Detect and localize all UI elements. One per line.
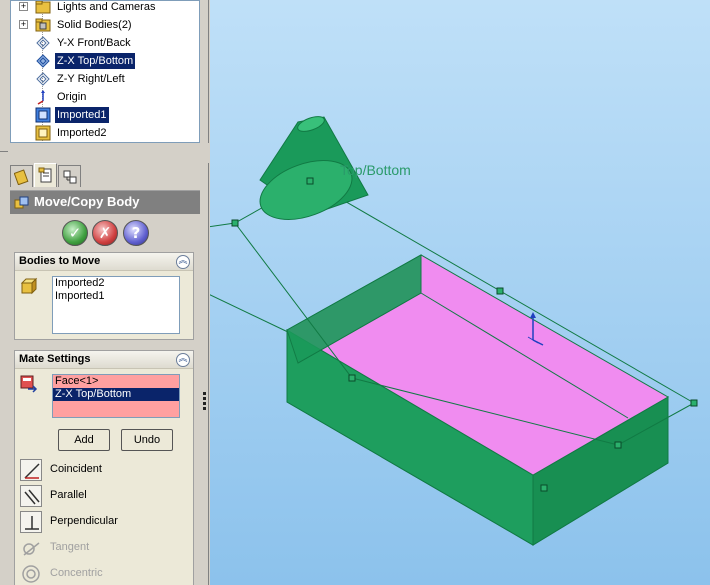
- model-view[interactable]: [210, 0, 710, 585]
- close-icon: ✗: [98, 224, 112, 242]
- expand-icon[interactable]: +: [19, 20, 28, 29]
- tree-item-front-plane[interactable]: Y-X Front/Back: [11, 34, 199, 52]
- origin-icon: [37, 90, 45, 105]
- feature-manager-icon: [14, 169, 29, 185]
- list-item[interactable]: Imported2: [53, 277, 179, 290]
- manager-tabs: [10, 163, 200, 189]
- group-title: Bodies to Move: [19, 255, 101, 267]
- tree-item-imported2[interactable]: Imported2: [11, 124, 199, 142]
- plane-icon: [36, 36, 50, 50]
- configuration-manager-tab[interactable]: [58, 165, 81, 187]
- collapse-icon[interactable]: ︽: [176, 353, 190, 367]
- tree-item-solid-bodies[interactable]: + Solid Bodies(2): [11, 16, 199, 34]
- list-item[interactable]: Z-X Top/Bottom: [53, 388, 179, 401]
- coincident-icon: [20, 459, 42, 481]
- graphics-viewport[interactable]: Top/Bottom: [210, 0, 710, 585]
- property-manager-header: Move/Copy Body: [10, 190, 200, 214]
- property-manager-title: Move/Copy Body: [34, 194, 140, 209]
- bodies-to-move-group: Bodies to Move ︽ Imported2 Imported1: [14, 252, 194, 340]
- property-manager-body: ✓ ✗ ? Bodies to Move ︽ Imported2 Importe…: [10, 214, 200, 585]
- add-button[interactable]: Add: [58, 429, 110, 451]
- mate-type-label: Perpendicular: [50, 515, 118, 527]
- configuration-manager-icon: [63, 170, 77, 184]
- imported-part-icon: [35, 107, 51, 123]
- mate-settings-group: Mate Settings ︽ Face<1> Z-X Top/Bottom A…: [14, 350, 194, 585]
- feature-manager-tree[interactable]: + Lights and Cameras + Solid Bodies(2) Y…: [10, 0, 200, 143]
- tree-item-label: Z-X Top/Bottom: [53, 52, 137, 70]
- panel-resize-grip-icon[interactable]: [202, 390, 208, 414]
- tree-item-label: Lights and Cameras: [57, 1, 156, 13]
- tree-item-label: Z-Y Right/Left: [57, 73, 125, 85]
- help-icon: ?: [131, 224, 141, 242]
- mate-perpendicular[interactable]: Perpendicular: [20, 511, 190, 533]
- left-panel: + Lights and Cameras + Solid Bodies(2) Y…: [0, 0, 209, 585]
- perpendicular-icon: [20, 511, 42, 533]
- tree-item-right-plane[interactable]: Z-Y Right/Left: [11, 70, 199, 88]
- mate-type-label: Concentric: [50, 567, 103, 579]
- mate-tangent: Tangent: [20, 537, 190, 559]
- plane-handle[interactable]: [540, 484, 548, 492]
- mate-concentric: Concentric: [20, 563, 190, 585]
- tree-item-label: Imported1: [54, 106, 110, 124]
- tree-item-imported1[interactable]: Imported1: [11, 106, 199, 124]
- mate-coincident[interactable]: Coincident: [20, 459, 190, 481]
- property-manager-tab[interactable]: [34, 163, 57, 187]
- plane-icon: [36, 72, 50, 86]
- tree-item-origin[interactable]: Origin: [11, 88, 199, 106]
- list-item[interactable]: Face<1>: [53, 375, 179, 388]
- plane-handle[interactable]: [614, 441, 622, 449]
- tree-item-label: Y-X Front/Back: [57, 37, 131, 49]
- plane-label: Top/Bottom: [340, 162, 411, 178]
- mate-type-label: Parallel: [50, 489, 87, 501]
- concentric-icon: [22, 565, 40, 583]
- cancel-button[interactable]: ✗: [92, 220, 118, 246]
- mate-parallel[interactable]: Parallel: [20, 485, 190, 507]
- property-manager-icon: [38, 167, 52, 183]
- imported-part-icon: [35, 125, 51, 141]
- tree-item-top-plane[interactable]: Z-X Top/Bottom: [11, 52, 199, 70]
- undo-button[interactable]: Undo: [121, 429, 173, 451]
- parallel-icon: [20, 485, 42, 507]
- move-copy-body-icon: [14, 196, 29, 209]
- expand-icon[interactable]: +: [19, 2, 28, 11]
- plane-handle[interactable]: [348, 374, 356, 382]
- group-title: Mate Settings: [19, 353, 91, 365]
- panel-splitter[interactable]: [0, 143, 209, 163]
- help-button[interactable]: ?: [123, 220, 149, 246]
- group-header[interactable]: Bodies to Move ︽: [15, 253, 193, 271]
- feature-manager-tab[interactable]: [10, 165, 33, 187]
- ok-button[interactable]: ✓: [62, 220, 88, 246]
- mate-entities-icon: [20, 375, 38, 393]
- tree-item-label: Origin: [57, 91, 87, 103]
- box-body[interactable]: [285, 254, 670, 546]
- plane-handle[interactable]: [496, 287, 504, 295]
- mate-type-label: Tangent: [50, 541, 90, 553]
- folder-icon: [35, 18, 51, 32]
- tree-item-label: Imported2: [57, 127, 107, 139]
- plane-outline-lower: [210, 294, 291, 334]
- tree-item-lights-and-cameras[interactable]: + Lights and Cameras: [11, 1, 199, 16]
- bodies-selection-list[interactable]: Imported2 Imported1: [52, 276, 180, 334]
- tangent-icon: [23, 542, 40, 556]
- checkmark-icon: ✓: [68, 224, 82, 242]
- folder-icon: [35, 1, 51, 14]
- bodies-icon: [20, 277, 38, 295]
- plane-handle[interactable]: [306, 177, 314, 185]
- group-header[interactable]: Mate Settings ︽: [15, 351, 193, 369]
- list-item[interactable]: Imported1: [53, 290, 179, 303]
- collapse-icon[interactable]: ︽: [176, 255, 190, 269]
- plane-handle[interactable]: [690, 399, 698, 407]
- plane-handle[interactable]: [231, 219, 239, 227]
- splitter-grip-icon: [0, 151, 8, 153]
- tree-item-label: Solid Bodies(2): [57, 19, 132, 31]
- mate-type-label: Coincident: [50, 463, 102, 475]
- mate-selections-list[interactable]: Face<1> Z-X Top/Bottom: [52, 374, 180, 418]
- plane-icon: [36, 54, 50, 68]
